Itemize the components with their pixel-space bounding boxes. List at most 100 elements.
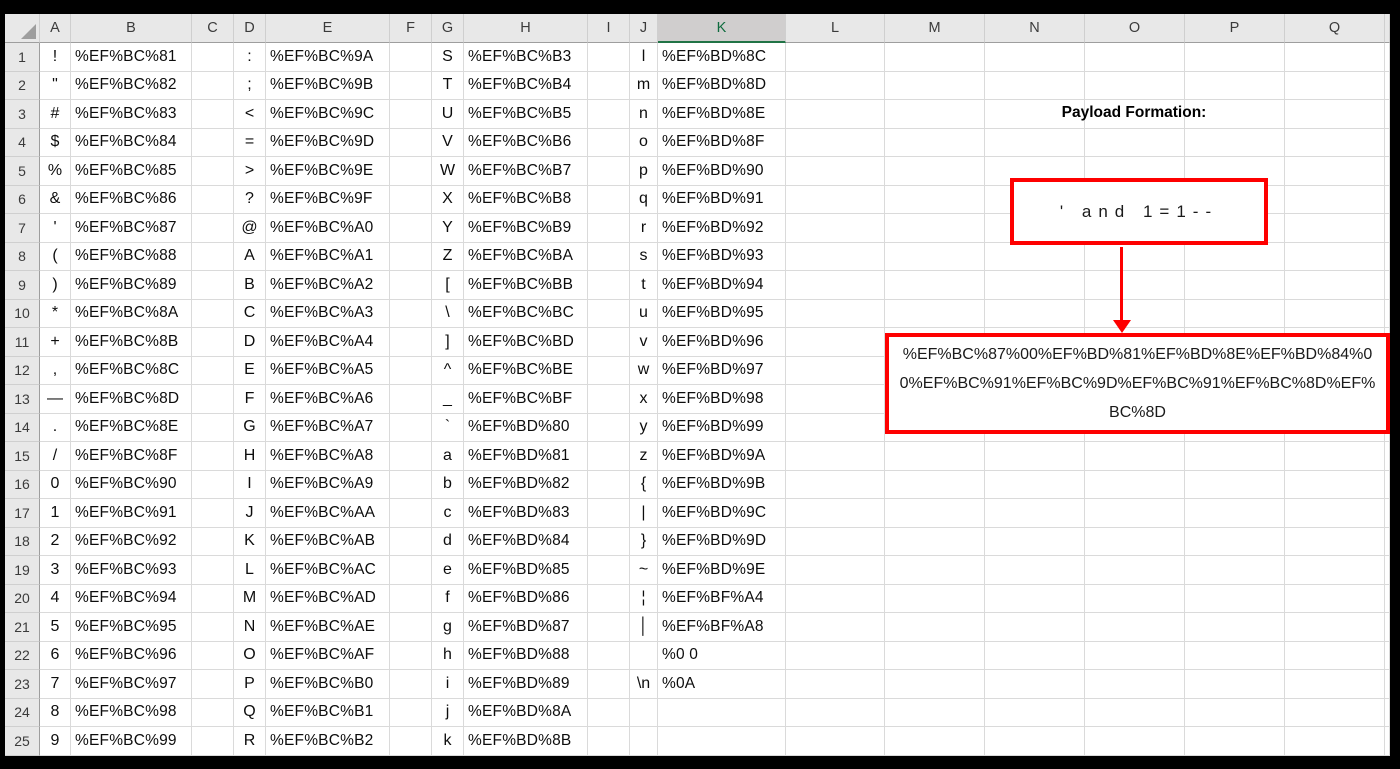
cell-E1[interactable]: %EF%BC%9A <box>266 43 390 72</box>
cell-P23[interactable] <box>1185 670 1285 699</box>
cell-H20[interactable]: %EF%BD%86 <box>464 584 588 613</box>
cell-L19[interactable] <box>786 556 885 585</box>
cell-G4[interactable]: V <box>432 128 464 157</box>
cell-H8[interactable]: %EF%BC%BA <box>464 242 588 271</box>
cell-L20[interactable] <box>786 584 885 613</box>
cell-K10[interactable]: %EF%BD%95 <box>658 299 786 328</box>
cell-B6[interactable]: %EF%BC%86 <box>71 185 192 214</box>
cell-K26[interactable] <box>658 755 786 756</box>
cell-A15[interactable]: / <box>40 442 71 471</box>
cell-C5[interactable] <box>192 157 234 186</box>
cell-F3[interactable] <box>390 100 432 129</box>
cell-K18[interactable]: %EF%BD%9D <box>658 527 786 556</box>
cell-E11[interactable]: %EF%BC%A4 <box>266 328 390 357</box>
cell-I8[interactable] <box>588 242 630 271</box>
cell-K7[interactable]: %EF%BD%92 <box>658 214 786 243</box>
cell-M25[interactable] <box>885 727 985 756</box>
cell-H17[interactable]: %EF%BD%83 <box>464 499 588 528</box>
cell-H14[interactable]: %EF%BD%80 <box>464 413 588 442</box>
cell-E7[interactable]: %EF%BC%A0 <box>266 214 390 243</box>
cell-J17[interactable]: | <box>630 499 658 528</box>
cell-B24[interactable]: %EF%BC%98 <box>71 698 192 727</box>
cell-J2[interactable]: m <box>630 71 658 100</box>
cell-O25[interactable] <box>1085 727 1185 756</box>
cell-Q8[interactable] <box>1285 242 1385 271</box>
cell-H25[interactable]: %EF%BD%8B <box>464 727 588 756</box>
cell-G18[interactable]: d <box>432 527 464 556</box>
cell-A4[interactable]: $ <box>40 128 71 157</box>
column-header-L[interactable]: L <box>786 14 885 43</box>
cell-B14[interactable]: %EF%BC%8E <box>71 413 192 442</box>
cell-G10[interactable]: \ <box>432 299 464 328</box>
cell-A13[interactable]: — <box>40 385 71 414</box>
cell-P2[interactable] <box>1185 71 1285 100</box>
cell-O20[interactable] <box>1085 584 1185 613</box>
cell-H11[interactable]: %EF%BC%BD <box>464 328 588 357</box>
column-header-I[interactable]: I <box>588 14 630 43</box>
cell-H5[interactable]: %EF%BC%B7 <box>464 157 588 186</box>
cell-L10[interactable] <box>786 299 885 328</box>
cell-L22[interactable] <box>786 641 885 670</box>
row-header-2[interactable]: 2 <box>5 71 40 100</box>
cell-L24[interactable] <box>786 698 885 727</box>
cell-Q3[interactable] <box>1285 100 1385 129</box>
cell-M3[interactable] <box>885 100 985 129</box>
cell-K22[interactable]: %0 0 <box>658 641 786 670</box>
cell-L12[interactable] <box>786 356 885 385</box>
cell-I19[interactable] <box>588 556 630 585</box>
row-header-9[interactable]: 9 <box>5 271 40 300</box>
cell-A5[interactable]: % <box>40 157 71 186</box>
cell-P9[interactable] <box>1185 271 1285 300</box>
cell-F16[interactable] <box>390 470 432 499</box>
cell-G5[interactable]: W <box>432 157 464 186</box>
row-header-19[interactable]: 19 <box>5 556 40 585</box>
cell-F1[interactable] <box>390 43 432 72</box>
cell-O26[interactable] <box>1085 755 1185 756</box>
cell-Q16[interactable] <box>1285 470 1385 499</box>
cell-E23[interactable]: %EF%BC%B0 <box>266 670 390 699</box>
cell-E2[interactable]: %EF%BC%9B <box>266 71 390 100</box>
cell-J5[interactable]: p <box>630 157 658 186</box>
column-header-E[interactable]: E <box>266 14 390 43</box>
cell-M15[interactable] <box>885 442 985 471</box>
cell-G9[interactable]: [ <box>432 271 464 300</box>
row-header-10[interactable]: 10 <box>5 299 40 328</box>
cell-Q7[interactable] <box>1285 214 1385 243</box>
cell-H24[interactable]: %EF%BD%8A <box>464 698 588 727</box>
row-header-25[interactable]: 25 <box>5 727 40 756</box>
cell-Q18[interactable] <box>1285 527 1385 556</box>
cell-G7[interactable]: Y <box>432 214 464 243</box>
cell-sliver21[interactable] <box>1385 613 1390 642</box>
cell-Q4[interactable] <box>1285 128 1385 157</box>
cell-B11[interactable]: %EF%BC%8B <box>71 328 192 357</box>
cell-D11[interactable]: D <box>234 328 266 357</box>
cell-P26[interactable] <box>1185 755 1285 756</box>
cell-N24[interactable] <box>985 698 1085 727</box>
cell-L25[interactable] <box>786 727 885 756</box>
cell-K6[interactable]: %EF%BD%91 <box>658 185 786 214</box>
cell-P19[interactable] <box>1185 556 1285 585</box>
cell-B5[interactable]: %EF%BC%85 <box>71 157 192 186</box>
cell-Q23[interactable] <box>1285 670 1385 699</box>
cell-B15[interactable]: %EF%BC%8F <box>71 442 192 471</box>
cell-A7[interactable]: ' <box>40 214 71 243</box>
cell-J26[interactable] <box>630 755 658 756</box>
cell-K21[interactable]: %EF%BF%A8 <box>658 613 786 642</box>
cell-Q5[interactable] <box>1285 157 1385 186</box>
cell-G13[interactable]: _ <box>432 385 464 414</box>
cell-K5[interactable]: %EF%BD%90 <box>658 157 786 186</box>
cell-G21[interactable]: g <box>432 613 464 642</box>
cell-E25[interactable]: %EF%BC%B2 <box>266 727 390 756</box>
cell-B25[interactable]: %EF%BC%99 <box>71 727 192 756</box>
cell-F11[interactable] <box>390 328 432 357</box>
cell-B3[interactable]: %EF%BC%83 <box>71 100 192 129</box>
cell-P17[interactable] <box>1185 499 1285 528</box>
cell-B16[interactable]: %EF%BC%90 <box>71 470 192 499</box>
cell-L5[interactable] <box>786 157 885 186</box>
cell-H22[interactable]: %EF%BD%88 <box>464 641 588 670</box>
row-header-21[interactable]: 21 <box>5 613 40 642</box>
cell-O4[interactable] <box>1085 128 1185 157</box>
cell-D13[interactable]: F <box>234 385 266 414</box>
row-header-5[interactable]: 5 <box>5 157 40 186</box>
column-header-M[interactable]: M <box>885 14 985 43</box>
